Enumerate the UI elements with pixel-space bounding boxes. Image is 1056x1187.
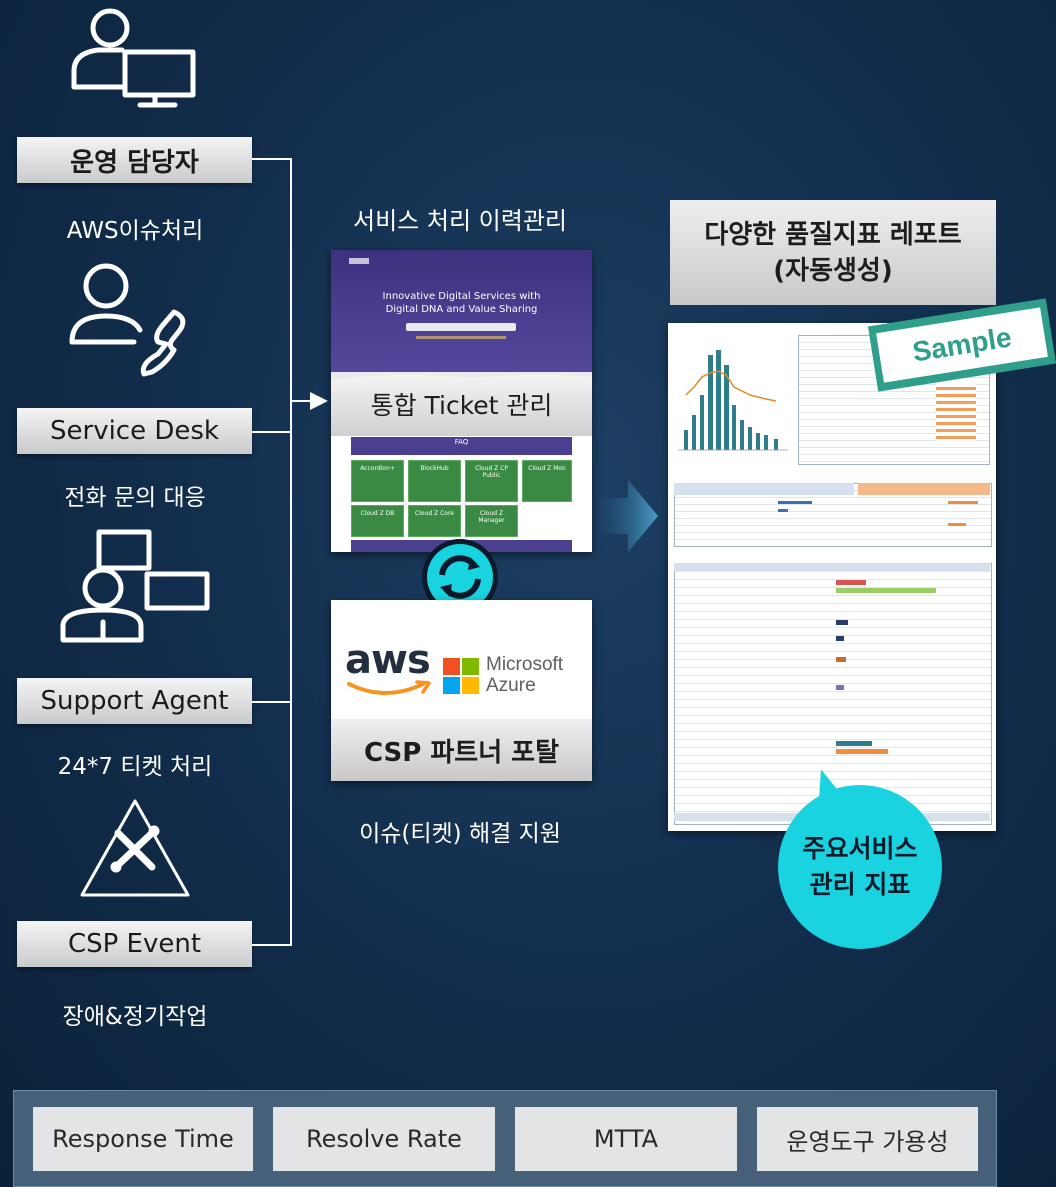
metric-mtta: MTTA	[515, 1107, 737, 1171]
connector-vertical	[290, 158, 292, 946]
portal-hero-title: Innovative Digital Services with Digital…	[382, 291, 541, 315]
role-caption-service-desk: 전화 문의 대응	[64, 485, 206, 511]
integrated-ticket-label: 통합 Ticket 관리	[331, 372, 592, 436]
connector-horizontal-4	[252, 944, 292, 946]
user-monitor-icon	[60, 5, 210, 115]
report-title-line-2: (자동생성)	[773, 255, 893, 286]
microsoft-logo-icon	[443, 658, 479, 694]
report-detail-bar-navy	[836, 620, 848, 625]
connector-arrow-line	[292, 400, 312, 402]
report-table-orange-bars	[936, 383, 976, 443]
key-metrics-bubble: 주요서비스 관리 지표	[778, 785, 942, 949]
metric-tool-availability: 운영도구 가용성	[757, 1107, 978, 1171]
report-type-orange-bar-1	[948, 501, 978, 504]
connector-horizontal-1	[252, 158, 292, 160]
warning-tools-icon	[78, 795, 193, 905]
portal-faq-bar: FAQ	[351, 437, 572, 455]
flow-arrow-icon	[598, 480, 658, 552]
microsoft-text: Microsoft	[486, 654, 564, 675]
report-detail-bar-green	[836, 588, 936, 593]
quality-report-document	[668, 323, 996, 831]
role-label-service-desk: Service Desk	[17, 408, 252, 454]
azure-text: Azure	[486, 675, 536, 696]
role-label-csp-event: CSP Event	[17, 921, 252, 967]
report-type-table-header-left	[674, 483, 854, 495]
csp-partner-portal-label: CSP 파트너 포탈	[331, 719, 592, 781]
role-caption-support-agent: 24*7 티켓 처리	[57, 754, 213, 780]
role-label-operator: 운영 담당자	[17, 137, 252, 183]
sample-tag: Sample	[867, 298, 1056, 392]
role-label-support-agent: Support Agent	[17, 678, 252, 724]
report-detail-bar-teal	[836, 741, 872, 746]
report-type-blue-bar-2	[778, 509, 788, 512]
aws-wordmark: aws	[345, 637, 431, 683]
role-caption-csp-event: 장애&정기작업	[62, 1004, 208, 1030]
service-history-caption: 서비스 처리 이력관리	[353, 207, 567, 235]
metric-resolve-rate: Resolve Rate	[273, 1107, 495, 1171]
portal-tile-4[interactable]: Cloud Z Mon	[522, 460, 572, 502]
report-bar-chart	[674, 335, 792, 465]
report-type-blue-bar-1	[778, 501, 812, 504]
report-title-box: 다양한 품질지표 레포트 (자동생성)	[670, 200, 996, 305]
portal-hero-text	[416, 336, 506, 339]
portal-tile-6[interactable]: Cloud Z Core	[408, 505, 461, 537]
connector-horizontal-3	[252, 701, 292, 703]
microsoft-label: Microsoft Azure	[486, 654, 563, 696]
report-detail-bar-red	[836, 580, 866, 585]
portal-tile-2[interactable]: BlockHub	[408, 460, 461, 502]
report-detail-bar-purple	[836, 685, 844, 690]
aws-logo: aws	[345, 640, 435, 700]
portal-tile-1[interactable]: Accordion+	[351, 460, 404, 502]
role-caption-operator: AWS이슈처리	[66, 218, 204, 244]
connector-horizontal-2	[252, 431, 292, 433]
portal-tile-3[interactable]: Cloud Z CP Public	[465, 460, 518, 502]
report-detail-bar-orange	[836, 657, 846, 662]
portal-tile-5[interactable]: Cloud Z DB	[351, 505, 404, 537]
user-screens-icon	[55, 528, 215, 656]
portal-logo	[349, 258, 369, 264]
user-phone-icon	[62, 260, 212, 388]
sample-tag-inner: Sample	[876, 307, 1048, 383]
report-detail-header	[674, 563, 990, 571]
report-title-line-1: 다양한 품질지표 레포트	[704, 219, 962, 250]
report-type-orange-bar-2	[948, 523, 966, 526]
report-detail-bar-orange-2	[836, 749, 888, 754]
report-type-table-header	[858, 483, 990, 495]
issue-resolution-caption: 이슈(티켓) 해결 지원	[359, 821, 561, 847]
aws-smile-icon	[347, 680, 431, 695]
metric-response-time: Response Time	[33, 1107, 253, 1171]
portal-tile-7[interactable]: Cloud Z Manager	[465, 505, 518, 537]
bubble-line-2: 관리 지표	[809, 870, 911, 899]
arrow-right-icon	[310, 392, 328, 410]
report-detail-bar-navy-2	[836, 636, 844, 641]
portal-search-input[interactable]	[406, 323, 516, 331]
bubble-line-1: 주요서비스	[802, 834, 918, 863]
